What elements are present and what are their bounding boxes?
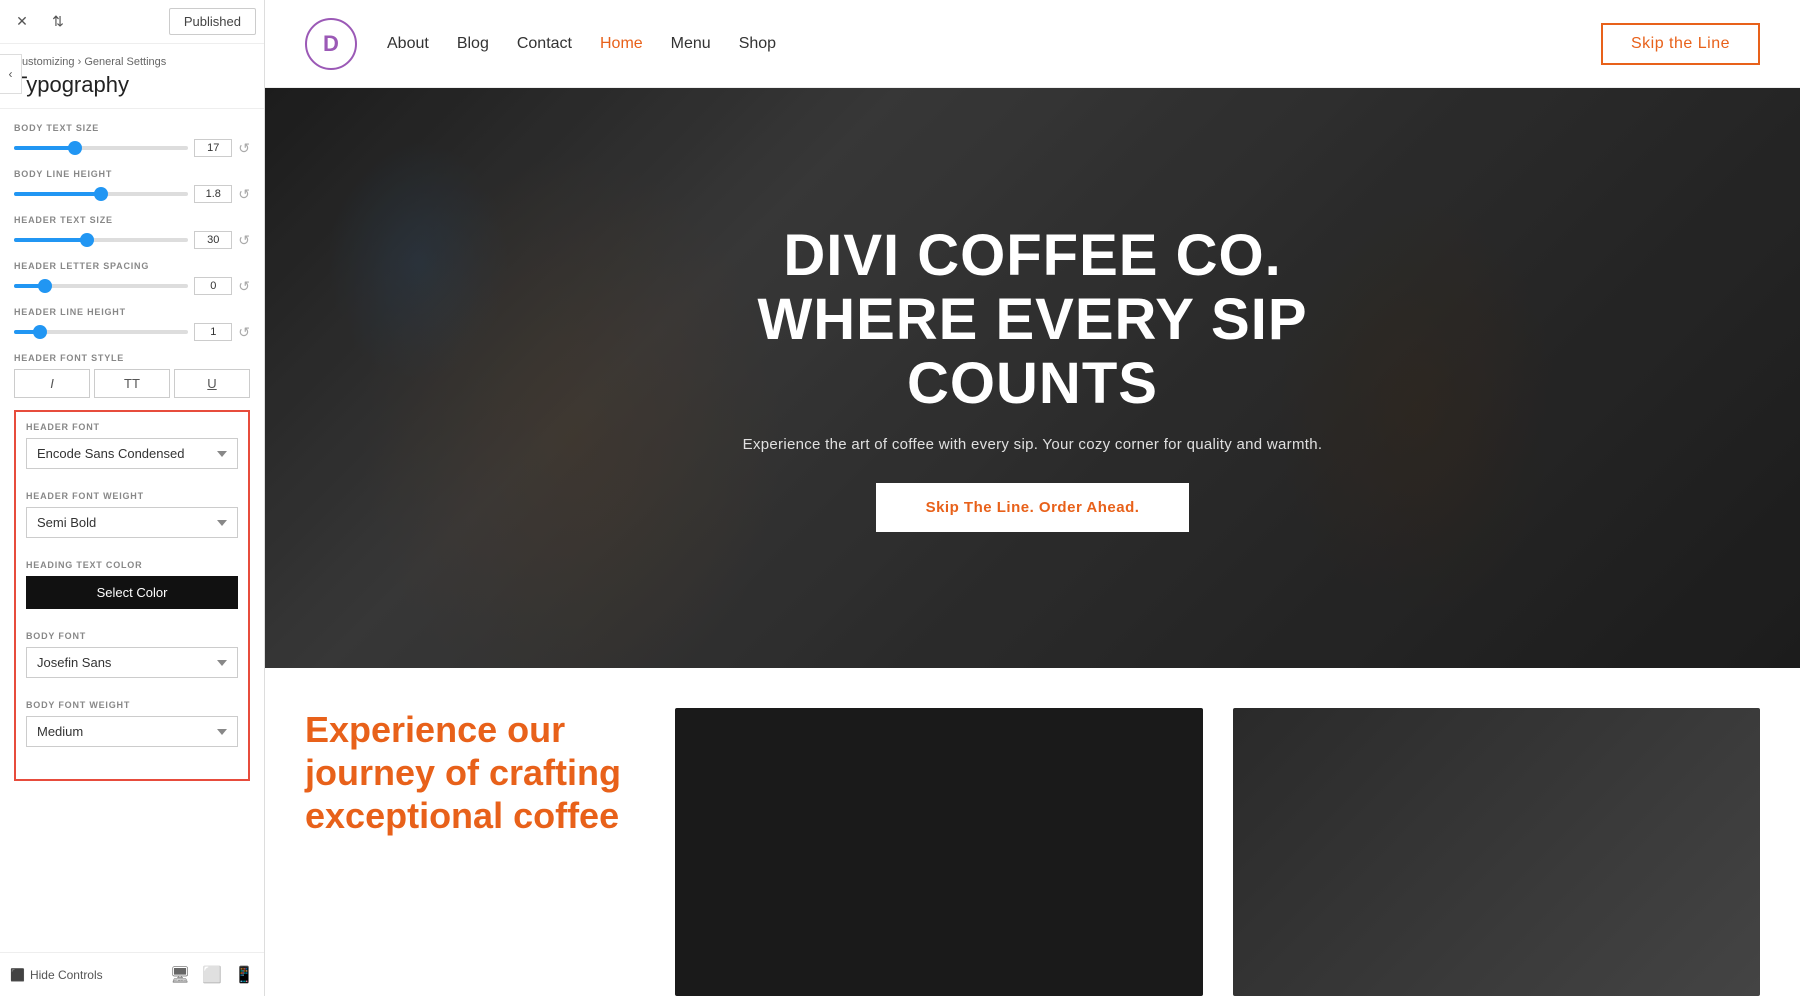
select-color-button[interactable]: Select Color [26,576,238,609]
body-font-select[interactable]: Josefin Sans Open Sans Roboto Arial [26,647,238,678]
panel-title: Typography [14,72,250,98]
header-letter-spacing-reset[interactable]: ↺ [238,279,250,293]
breadcrumb-area: Customizing › General Settings Typograph… [0,44,264,109]
body-line-height-reset[interactable]: ↺ [238,187,250,201]
site-logo: D [305,18,357,70]
body-text-size-input[interactable]: 17 [194,139,232,157]
highlighted-section: HEADER FONT Encode Sans Condensed Open S… [14,410,250,781]
italic-button[interactable]: I [14,369,90,398]
header-letter-spacing-label: HEADER LETTER SPACING [14,261,250,271]
body-line-height-input[interactable]: 1.8 [194,185,232,203]
header-font-weight-label: HEADER FONT WEIGHT [26,491,238,501]
heading-text-color-group: HEADING TEXT COLOR Select Color [26,560,238,619]
monitor-icon: ⬛ [10,968,25,982]
header-font-weight-group: HEADER FONT WEIGHT Semi Bold Bold Normal… [26,491,238,548]
body-font-label: BODY FONT [26,631,238,641]
back-button[interactable]: ‹ [0,54,22,94]
site-header: D About Blog Contact Home Menu Shop Skip… [265,0,1800,88]
hide-controls-button[interactable]: ⬛ Hide Controls [10,968,103,982]
hero-subtitle: Experience the art of coffee with every … [673,436,1393,453]
body-text-size-label: BODY TEXT SIZE [14,123,250,133]
body-font-weight-group: BODY FONT WEIGHT Medium Bold Normal Ligh… [26,700,238,757]
customizer-panel: ✕ ⇅ Published ‹ Customizing › General Se… [0,0,265,996]
header-font-group: HEADER FONT Encode Sans Condensed Open S… [26,422,238,479]
site-nav: About Blog Contact Home Menu Shop [387,35,776,53]
header-text-size-label: HEADER TEXT SIZE [14,215,250,225]
header-text-size-input[interactable]: 30 [194,231,232,249]
bottom-bar: ⬛ Hide Controls 🖥 ⬜ 📱 [0,952,264,996]
body-line-height-group: BODY LINE HEIGHT 1.8 ↺ [14,169,250,203]
breadcrumb: Customizing › General Settings [14,56,250,68]
header-letter-spacing-input[interactable]: 0 [194,277,232,295]
heading-text-color-label: HEADING TEXT COLOR [26,560,238,570]
below-image-1 [675,708,1203,996]
header-letter-spacing-slider-row: 0 ↺ [14,277,250,295]
body-text-size-reset[interactable]: ↺ [238,141,250,155]
body-line-height-label: BODY LINE HEIGHT [14,169,250,179]
header-letter-spacing-group: HEADER LETTER SPACING 0 ↺ [14,261,250,295]
header-text-size-track[interactable] [14,238,188,242]
skip-the-line-button[interactable]: Skip the Line [1601,23,1760,65]
hide-controls-label: Hide Controls [30,968,103,982]
header-font-weight-select[interactable]: Semi Bold Bold Normal Light [26,507,238,538]
device-icons: 🖥 ⬜ 📱 [170,965,254,985]
mobile-icon[interactable]: 📱 [234,965,254,985]
header-text-size-slider-row: 30 ↺ [14,231,250,249]
body-line-height-track[interactable] [14,192,188,196]
nav-shop[interactable]: Shop [739,35,776,53]
nav-home[interactable]: Home [600,35,643,53]
nav-blog[interactable]: Blog [457,35,489,53]
header-font-select[interactable]: Encode Sans Condensed Open Sans Roboto L… [26,438,238,469]
header-line-height-slider-row: 1 ↺ [14,323,250,341]
header-font-style-label: HEADER FONT STYLE [14,353,250,363]
header-line-height-input[interactable]: 1 [194,323,232,341]
breadcrumb-part2: General Settings [84,56,166,68]
header-font-style-row: I TT U [14,369,250,398]
body-line-height-slider-row: 1.8 ↺ [14,185,250,203]
header-line-height-track[interactable] [14,330,188,334]
header-text-size-group: HEADER TEXT SIZE 30 ↺ [14,215,250,249]
header-line-height-reset[interactable]: ↺ [238,325,250,339]
body-text-size-group: BODY TEXT SIZE 17 ↺ [14,123,250,157]
body-text-size-track[interactable] [14,146,188,150]
hero-content: DIVI COFFEE CO. WHERE EVERY SIP COUNTS E… [673,224,1393,531]
close-icon[interactable]: ✕ [8,8,36,36]
breadcrumb-sep: › [78,56,82,68]
header-line-height-label: HEADER LINE HEIGHT [14,307,250,317]
hero-section: DIVI COFFEE CO. WHERE EVERY SIP COUNTS E… [265,88,1800,668]
nav-about[interactable]: About [387,35,429,53]
tablet-icon[interactable]: ⬜ [202,965,222,985]
header-font-style-group: HEADER FONT STYLE I TT U [14,353,250,398]
body-font-weight-label: BODY FONT WEIGHT [26,700,238,710]
right-content: D About Blog Contact Home Menu Shop Skip… [265,0,1800,996]
underline-button[interactable]: U [174,369,250,398]
logo-letter: D [323,31,339,57]
header-text-size-reset[interactable]: ↺ [238,233,250,247]
below-title: Experience our journey of crafting excep… [305,708,645,838]
below-hero: Experience our journey of crafting excep… [265,668,1800,996]
body-font-weight-select[interactable]: Medium Bold Normal Light [26,716,238,747]
settings-area: BODY TEXT SIZE 17 ↺ BODY LINE HEIGHT 1.8… [0,109,264,952]
header-letter-spacing-track[interactable] [14,284,188,288]
published-button[interactable]: Published [169,8,256,35]
arrows-icon[interactable]: ⇅ [44,8,72,36]
hero-title: DIVI COFFEE CO. WHERE EVERY SIP COUNTS [673,224,1393,415]
body-text-size-slider-row: 17 ↺ [14,139,250,157]
below-image-2 [1233,708,1761,996]
header-font-label: HEADER FONT [26,422,238,432]
hero-cta-button[interactable]: Skip The Line. Order Ahead. [876,483,1190,532]
caps-button[interactable]: TT [94,369,170,398]
nav-contact[interactable]: Contact [517,35,572,53]
nav-menu[interactable]: Menu [671,35,711,53]
breadcrumb-part1: Customizing [14,56,75,68]
below-text: Experience our journey of crafting excep… [305,708,645,996]
header-line-height-group: HEADER LINE HEIGHT 1 ↺ [14,307,250,341]
desktop-icon[interactable]: 🖥 [170,965,190,985]
top-bar: ✕ ⇅ Published [0,0,264,44]
body-font-group: BODY FONT Josefin Sans Open Sans Roboto … [26,631,238,688]
